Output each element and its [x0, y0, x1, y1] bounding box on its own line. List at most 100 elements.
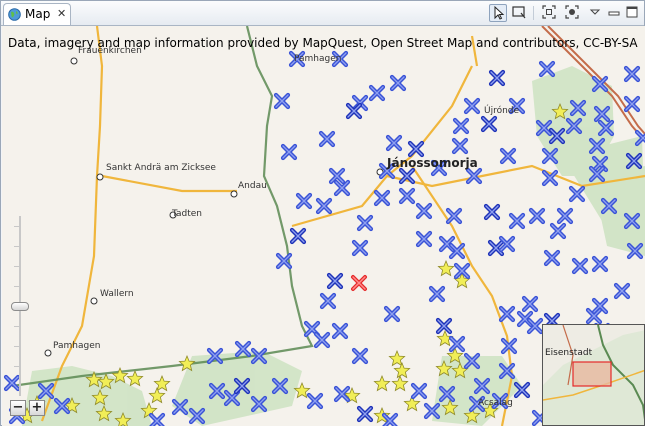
minimap-base: [543, 325, 644, 425]
cross-marker[interactable]: [313, 331, 331, 349]
map-view-window: Map ✕ Data, imagery and map information …: [0, 0, 645, 426]
cross-marker[interactable]: [351, 239, 369, 257]
place-label-pamhagen-top: Pamhagen: [294, 54, 342, 64]
fit-all-icon: [542, 5, 556, 19]
cross-marker[interactable]: [356, 405, 374, 423]
zoom-tick: [14, 366, 19, 367]
cross-marker[interactable]: [445, 207, 463, 225]
cross-marker[interactable]: [389, 74, 407, 92]
zoom-box-tool-icon: [512, 6, 526, 19]
toolbar-separator: [533, 6, 534, 20]
cross-marker[interactable]: [410, 382, 428, 400]
map-canvas[interactable]: Data, imagery and map information provid…: [2, 26, 645, 426]
star-marker[interactable]: [373, 374, 391, 392]
cross-marker[interactable]: [273, 92, 291, 110]
zoom-out-button[interactable]: −: [10, 400, 26, 416]
cross-marker[interactable]: [571, 257, 589, 275]
cross-marker[interactable]: [415, 230, 433, 248]
zoom-tick: [14, 286, 19, 287]
cross-marker[interactable]: [448, 335, 466, 353]
place-label-pamhagen: Pamhagen: [53, 341, 101, 351]
cross-marker[interactable]: [318, 130, 336, 148]
place-label-tadten: Tadten: [172, 209, 203, 219]
place-label-andau: Andau: [238, 181, 267, 191]
minimap-viewport[interactable]: [572, 361, 612, 387]
cross-marker[interactable]: [499, 147, 517, 165]
maximize-icon: [626, 6, 638, 18]
zoom-tick: [14, 346, 19, 347]
zoom-tick: [14, 326, 19, 327]
cross-marker[interactable]: [591, 255, 609, 273]
place-label-frauenkirchen: Frauenkirchen: [78, 46, 142, 56]
tab-map[interactable]: Map ✕: [3, 3, 71, 25]
cross-marker[interactable]: [435, 317, 453, 335]
cross-marker[interactable]: [623, 65, 641, 83]
zoom-slider-thumb[interactable]: [11, 302, 29, 311]
star-marker[interactable]: [148, 386, 166, 404]
cross-marker[interactable]: [463, 97, 481, 115]
cross-marker[interactable]: [623, 95, 641, 113]
cross-marker[interactable]: [368, 84, 386, 102]
cross-marker[interactable]: [568, 185, 586, 203]
cross-marker[interactable]: [326, 272, 344, 290]
cross-marker[interactable]: [351, 347, 369, 365]
place-label-wallern: Wallern: [100, 289, 134, 299]
cross-marker[interactable]: [549, 222, 567, 240]
view-tab-bar: Map ✕: [1, 1, 644, 26]
cross-marker[interactable]: [306, 392, 324, 410]
zoom-slider[interactable]: [10, 216, 30, 396]
cross-marker[interactable]: [383, 305, 401, 323]
star-marker[interactable]: [126, 369, 144, 387]
cross-marker[interactable]: [295, 192, 313, 210]
cross-marker[interactable]: [508, 212, 526, 230]
cross-marker[interactable]: [315, 197, 333, 215]
place-label-janossomorja: Jánossomorja: [387, 156, 478, 170]
cross-marker[interactable]: [319, 292, 337, 310]
star-marker[interactable]: [391, 374, 409, 392]
view-menu-button[interactable]: [587, 4, 605, 22]
pointer-tool-button[interactable]: [489, 4, 507, 22]
globe-icon: [8, 8, 21, 21]
overview-minimap[interactable]: Eisenstadt: [542, 324, 645, 426]
cross-marker[interactable]: [415, 202, 433, 220]
cross-marker[interactable]: [480, 115, 498, 133]
cross-marker[interactable]: [488, 69, 506, 87]
country-border: [11, 26, 314, 388]
cross-marker[interactable]: [538, 60, 556, 78]
cross-marker[interactable]: [407, 140, 425, 158]
tab-title: Map: [25, 7, 51, 21]
star-marker[interactable]: [437, 259, 455, 277]
cross-marker[interactable]: [385, 134, 403, 152]
cross-marker[interactable]: [148, 412, 166, 426]
star-marker[interactable]: [393, 361, 411, 379]
close-icon[interactable]: ✕: [57, 7, 66, 20]
cross-marker[interactable]: [289, 227, 307, 245]
cross-marker[interactable]: [498, 305, 516, 323]
maximize-button[interactable]: [624, 4, 642, 22]
cross-marker[interactable]: [483, 203, 501, 221]
cross-marker[interactable]: [280, 143, 298, 161]
cross-marker[interactable]: [613, 282, 631, 300]
fit-all-button[interactable]: [541, 4, 559, 22]
center-icon: [565, 5, 579, 19]
center-button[interactable]: [564, 4, 582, 22]
cross-marker[interactable]: [451, 137, 469, 155]
cross-marker[interactable]: [356, 214, 374, 232]
zoom-box-tool-button[interactable]: [511, 4, 529, 22]
minimap-place-label: Eisenstadt: [545, 348, 593, 358]
cross-marker[interactable]: [373, 189, 391, 207]
cross-marker[interactable]: [428, 285, 446, 303]
zoom-in-button[interactable]: +: [29, 400, 45, 416]
cross-marker[interactable]: [331, 322, 349, 340]
cross-marker[interactable]: [452, 117, 470, 135]
selected-marker[interactable]: [351, 275, 367, 291]
cross-marker[interactable]: [521, 295, 539, 313]
cross-marker[interactable]: [543, 249, 561, 267]
zoom-tick: [14, 226, 19, 227]
cross-marker[interactable]: [528, 207, 546, 225]
minimize-icon: [608, 11, 620, 16]
cross-marker[interactable]: [556, 207, 574, 225]
cross-marker[interactable]: [398, 187, 416, 205]
minimize-button[interactable]: [606, 4, 624, 22]
view-menu-icon: [589, 9, 601, 15]
